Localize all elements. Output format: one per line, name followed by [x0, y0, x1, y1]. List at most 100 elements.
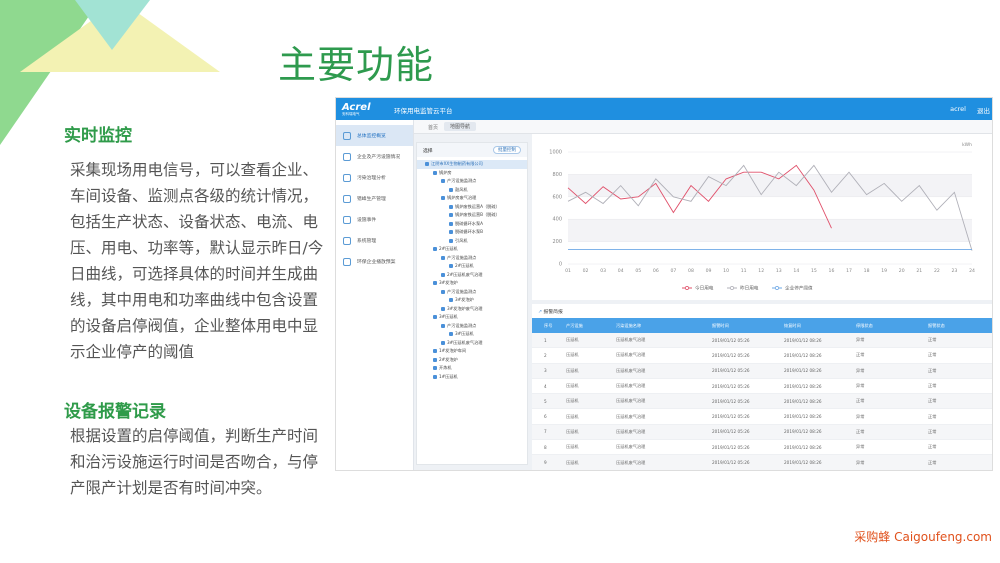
table-row[interactable]: 4 压延机 压延机废气治理 2019/01/12 05:26 2019/01/12 08… — [532, 379, 992, 395]
app-logo: Acrel 安科瑞电气 — [342, 102, 371, 117]
tree-node[interactable]: 3#压延机 — [417, 313, 527, 322]
tree-node-label: 脱硫循环水泵B — [455, 229, 483, 234]
tree-node-label: 3#压延机 — [439, 314, 458, 319]
tree-node[interactable]: 产污设施监测点 — [417, 322, 527, 331]
table-row[interactable]: 2 压延机 压延机废气治理 2019/01/12 05:26 2019/01/12 08… — [532, 348, 992, 364]
table-row[interactable]: 9 压延机 压延机废气治理 2019/01/12 05:26 2019/01/12 08… — [532, 455, 992, 470]
table-cell: 压延机废气治理 — [616, 428, 646, 434]
tree-node[interactable]: 开炼机 — [417, 364, 527, 373]
brand-watermark: 采购蜂 Caigoufeng.com — [854, 530, 992, 544]
sidebar-item-3[interactable]: 污染治理分析 — [336, 167, 413, 188]
tree-node[interactable]: 3#发泡炉废气治理 — [417, 305, 527, 314]
tree-node[interactable]: 2#压延机 — [417, 262, 527, 271]
grid-band — [568, 219, 972, 242]
tree-node[interactable]: 产污设施监测点 — [417, 177, 527, 186]
table-row[interactable]: 6 压延机 压延机废气治理 2019/01/12 05:26 2019/01/12 08… — [532, 409, 992, 425]
y-tick-label: 800 — [552, 172, 562, 178]
tree-node[interactable]: 3#发泡炉 — [417, 296, 527, 305]
column-header: 报警状态 — [928, 322, 945, 328]
batch-control-button[interactable]: 批量控制 — [493, 146, 521, 154]
user-name[interactable]: acrel — [950, 105, 966, 113]
tree-node[interactable]: 2#压延机废气治理 — [417, 271, 527, 280]
tree-node-label: 锅炉房废气治理 — [447, 195, 477, 200]
tree-node-label: 2#发泡炉 — [439, 356, 458, 362]
x-tick-label: 15 — [811, 268, 817, 274]
tree-node[interactable]: 锅炉房 — [417, 169, 527, 178]
tree-node[interactable]: 2#压延机 — [417, 245, 527, 254]
column-header: 停限状态 — [856, 322, 873, 328]
table-cell: 2019/01/12 05:26 — [712, 368, 750, 374]
folder-icon — [441, 196, 445, 200]
tree-node[interactable]: 引风机 — [417, 237, 527, 246]
table-row[interactable]: 1 压延机 压延机废气治理 2019/01/12 05:26 2019/01/12 08… — [532, 333, 992, 349]
table-cell: 正常 — [928, 428, 937, 434]
device-icon — [449, 332, 453, 336]
table-header-row: 序号 产污设施 污染设施名称 报警时间 恢复时间 停限状态 报警状态 — [532, 318, 992, 333]
device-tree-panel: 选择 批量控制 江阴市XX生物制药有限公司 锅炉房 产污设施监测点 鼓风机 锅炉房废气治… — [416, 142, 528, 465]
folder-icon — [441, 289, 445, 294]
tree-node[interactable]: 锅炉废铁运营B（脱硫） — [417, 211, 527, 220]
tree-node[interactable]: 3#压延机 — [417, 330, 527, 339]
folder-icon — [433, 315, 437, 319]
table-cell: 5 — [544, 398, 547, 404]
sidebar-item-6[interactable]: 系统管理 — [336, 230, 413, 251]
system-icon — [343, 236, 351, 245]
x-tick-label: 24 — [969, 268, 975, 274]
tree-node[interactable]: 2#发泡炉 — [417, 356, 527, 365]
x-tick-label: 03 — [600, 268, 606, 274]
tree-node[interactable]: 1#发泡炉车间 — [417, 347, 527, 356]
section-title-realtime: 实时监控 — [64, 126, 132, 146]
sidebar-item-2[interactable]: 企业及产污设施情况 — [336, 146, 413, 167]
logout-button[interactable]: 退出 — [977, 105, 990, 115]
alarm-table: 序号 产污设施 污染设施名称 报警时间 恢复时间 停限状态 报警状态 1 压延机 压延机废气治理 2… — [532, 318, 992, 470]
device-icon — [449, 230, 453, 234]
sidebar-item-5[interactable]: 设施事件 — [336, 209, 413, 230]
tree-node[interactable]: 脱硫循环水泵A — [417, 220, 527, 229]
tree-node[interactable]: 锅炉房废气治理 — [417, 194, 527, 203]
app-header: Acrel 安科瑞电气 环保用电监管云平台 acrel 退出 — [336, 98, 992, 120]
tree-node-label: 产污设施监测点 — [447, 254, 477, 260]
sidebar-item-label: 总体监控概览 — [357, 134, 386, 139]
folder-icon — [441, 306, 445, 311]
tree-node[interactable]: 1#压延机 — [417, 373, 527, 382]
folder-icon — [441, 179, 445, 183]
tree-node[interactable]: 脱硫循环水泵B — [417, 228, 527, 237]
tree-node[interactable]: 3#压延机废气治理 — [417, 339, 527, 348]
folder-icon — [433, 281, 437, 285]
table-row[interactable]: 8 压延机 压延机废气治理 2019/01/12 05:26 2019/01/12 08… — [532, 440, 992, 456]
table-row[interactable]: 5 压延机 压延机废气治理 2019/01/12 05:26 2019/01/12 08… — [532, 394, 992, 410]
device-icon — [449, 213, 453, 217]
x-tick-label: 11 — [741, 268, 747, 274]
tree-node[interactable]: 鼓风机 — [417, 186, 527, 195]
tree-node[interactable]: 产污设施监测点 — [417, 288, 527, 297]
sidebar-item-4[interactable]: 错峰生产管理 — [336, 188, 413, 209]
company-icon — [425, 162, 429, 166]
x-tick-label: 01 — [565, 268, 571, 274]
tree-node[interactable]: 3#发泡炉 — [417, 279, 527, 288]
table-row[interactable]: 3 压延机 压延机废气治理 2019/01/12 05:26 2019/01/12 08… — [532, 363, 992, 379]
x-tick-label: 02 — [583, 268, 589, 274]
tree-node-label: 产污设施监测点 — [447, 322, 477, 328]
x-tick-label: 06 — [653, 268, 659, 274]
tree-node[interactable]: 产污设施监测点 — [417, 254, 527, 263]
tree-node-label: 1#发泡炉车间 — [439, 348, 467, 353]
tree-node[interactable]: 江阴市XX生物制药有限公司 — [417, 160, 527, 169]
sidebar-item-7[interactable]: 环保企业播放预案 — [336, 251, 413, 272]
device-icon — [449, 298, 453, 302]
table-cell: 压延机废气治理 — [616, 352, 646, 358]
tab-map-nav[interactable]: 地图导航 — [444, 122, 477, 131]
tree-node[interactable]: 锅炉废铁运营A（脱硫） — [417, 203, 527, 212]
tree-node-label: 江阴市XX生物制药有限公司 — [431, 161, 483, 166]
table-cell: 压延机废气治理 — [616, 337, 646, 343]
tree-node-label: 2#压延机 — [455, 263, 474, 268]
table-cell: 2019/01/12 08:26 — [784, 444, 822, 450]
sidebar-item-1[interactable]: 总体监控概览 — [336, 125, 413, 146]
table-cell: 8 — [544, 444, 547, 450]
x-tick-label: 21 — [916, 268, 922, 274]
tab-home[interactable]: 首页 — [428, 124, 438, 131]
app-screenshot: Acrel 安科瑞电气 环保用电监管云平台 acrel 退出 总体监控概览企业及产… — [335, 97, 993, 471]
sidebar-item-label: 企业及产污设施情况 — [357, 155, 401, 160]
x-tick-label: 22 — [934, 268, 940, 274]
table-row[interactable]: 7 压延机 压延机废气治理 2019/01/12 05:26 2019/01/12 08… — [532, 424, 992, 441]
table-cell: 压延机 — [566, 444, 579, 450]
